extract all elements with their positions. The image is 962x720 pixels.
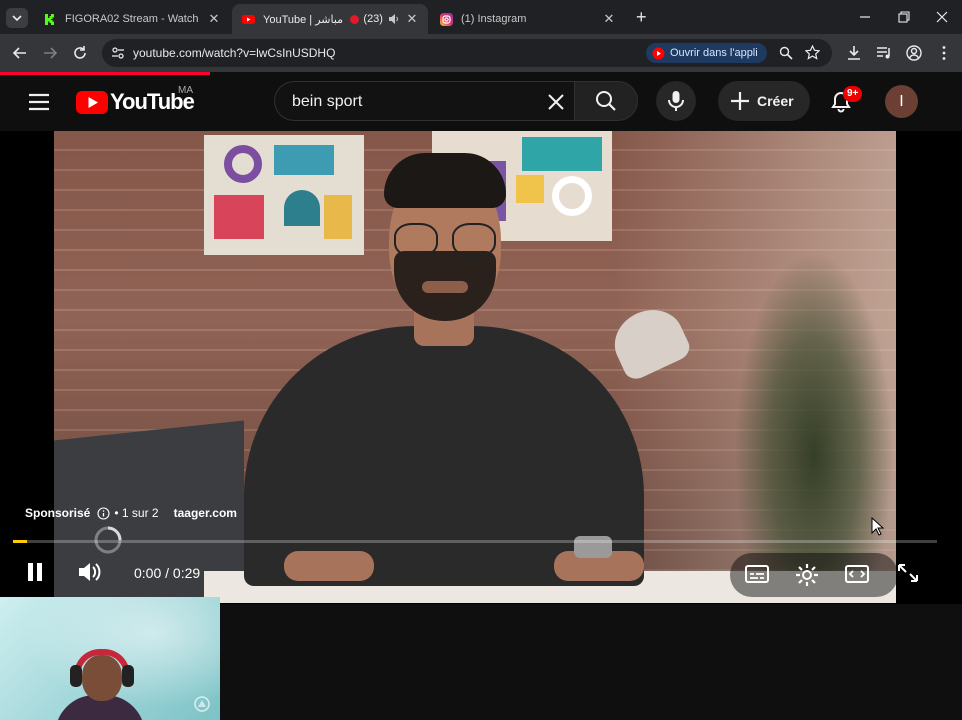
open-in-app-label: Ouvrir dans l'appli <box>670 47 758 59</box>
browser-tab-strip: FIGORA02 Stream - Watch Live ✕ YouTube |… <box>0 0 962 34</box>
subtitles-icon[interactable] <box>744 563 770 585</box>
url-text[interactable]: youtube.com/watch?v=lwCsInUSDHQ <box>133 46 335 60</box>
ad-info-bar: Sponsorisé • 1 sur 2 taager.com <box>25 506 237 520</box>
forward-arrow-icon[interactable] <box>41 44 59 62</box>
close-tab-icon[interactable]: ✕ <box>208 11 220 27</box>
time-display: 0:00 / 0:29 <box>134 565 201 581</box>
minimize-window-icon[interactable] <box>859 11 871 23</box>
bookmark-star-icon[interactable] <box>805 45 820 60</box>
sponsored-label: Sponsorisé <box>25 506 91 520</box>
instagram-favicon-icon <box>440 12 453 26</box>
watermark-logo-icon <box>194 696 210 712</box>
video-frame[interactable] <box>54 131 896 603</box>
region-code: MA <box>178 85 193 96</box>
tab-count: (23) <box>363 13 383 25</box>
create-button[interactable]: Créer <box>718 81 810 121</box>
media-control-icon[interactable] <box>875 44 893 62</box>
tab-search-dropdown-button[interactable] <box>6 8 28 28</box>
loading-spinner-icon <box>94 526 122 554</box>
youtube-favicon-icon <box>242 14 255 24</box>
clear-search-icon[interactable] <box>547 93 565 111</box>
reload-icon[interactable] <box>71 44 89 62</box>
more-menu-icon[interactable] <box>935 44 953 62</box>
create-label: Créer <box>757 93 794 109</box>
mouse-cursor-icon <box>871 517 885 536</box>
ad-progress-bar[interactable] <box>13 540 937 543</box>
open-in-app-button[interactable]: Ouvrir dans l'appli <box>646 43 767 63</box>
account-avatar[interactable]: I <box>885 85 918 118</box>
browser-toolbar: youtube.com/watch?v=lwCsInUSDHQ Ouvrir d… <box>0 34 962 72</box>
youtube-logo[interactable]: YouTube MA <box>76 85 196 117</box>
speaker-icon[interactable] <box>388 13 400 25</box>
player-controls-right <box>730 553 898 597</box>
theater-mode-icon[interactable] <box>844 563 870 585</box>
youtube-header: YouTube MA bein sport Créer 9+ I <box>0 75 962 131</box>
chevron-down-icon <box>12 15 22 22</box>
close-window-icon[interactable] <box>936 11 948 23</box>
volume-icon[interactable] <box>77 560 103 584</box>
close-tab-icon[interactable]: ✕ <box>602 11 616 27</box>
download-icon[interactable] <box>845 44 863 62</box>
recording-dot-icon <box>350 14 360 24</box>
search-input-value[interactable]: bein sport <box>292 93 362 111</box>
address-bar[interactable]: youtube.com/watch?v=lwCsInUSDHQ Ouvrir d… <box>102 39 832 67</box>
voice-search-button[interactable] <box>656 81 696 121</box>
youtube-mini-icon <box>652 47 665 59</box>
hamburger-menu-icon[interactable] <box>28 92 50 112</box>
microphone-icon <box>668 91 684 111</box>
ad-domain[interactable]: taager.com <box>174 506 237 520</box>
close-tab-icon[interactable]: ✕ <box>406 11 418 27</box>
ad-progress-fill <box>13 540 27 543</box>
page-below-player <box>220 604 962 720</box>
tab-title: (1) Instagram <box>461 13 527 25</box>
zoom-icon[interactable] <box>779 46 793 60</box>
tab-figora[interactable]: FIGORA02 Stream - Watch Live ✕ <box>34 4 230 34</box>
streamer-webcam-overlay <box>0 597 220 720</box>
ad-position: • 1 sur 2 <box>114 506 159 520</box>
profile-icon[interactable] <box>905 44 923 62</box>
notification-count-badge: 9+ <box>843 86 863 102</box>
plus-icon <box>731 92 749 110</box>
tab-title: FIGORA02 Stream - Watch Live <box>65 13 202 25</box>
search-input[interactable]: bein sport <box>274 81 574 121</box>
info-circle-icon[interactable] <box>97 506 110 520</box>
fullscreen-icon[interactable] <box>896 562 920 584</box>
video-player[interactable]: Sponsorisé • 1 sur 2 taager.com 0:00 / 0… <box>0 131 962 604</box>
search-icon <box>596 91 616 111</box>
kick-favicon-icon <box>44 12 57 26</box>
tab-youtube[interactable]: YouTube | بث مباشر (23) ✕ <box>232 4 428 34</box>
site-settings-icon[interactable] <box>111 46 125 60</box>
tab-title: YouTube | بث مباشر <box>263 13 346 26</box>
tab-instagram[interactable]: (1) Instagram ✕ <box>430 4 626 34</box>
wall-poster-left <box>204 135 364 255</box>
restore-window-icon[interactable] <box>898 11 910 23</box>
search-button[interactable] <box>574 81 638 121</box>
youtube-play-logo-icon <box>76 91 108 114</box>
new-tab-plus-icon[interactable]: + <box>636 7 647 28</box>
pause-icon[interactable] <box>24 561 46 583</box>
back-arrow-icon[interactable] <box>11 44 29 62</box>
settings-gear-icon[interactable] <box>794 562 820 588</box>
glasses <box>394 223 438 257</box>
